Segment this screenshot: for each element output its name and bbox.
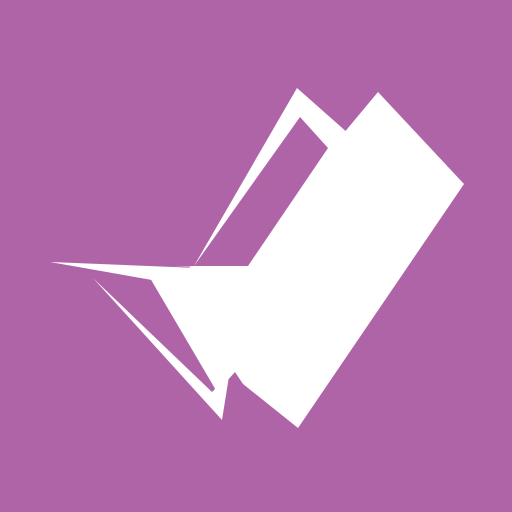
check-mark-logo-icon [0, 0, 512, 512]
app-icon-tile [0, 0, 512, 512]
